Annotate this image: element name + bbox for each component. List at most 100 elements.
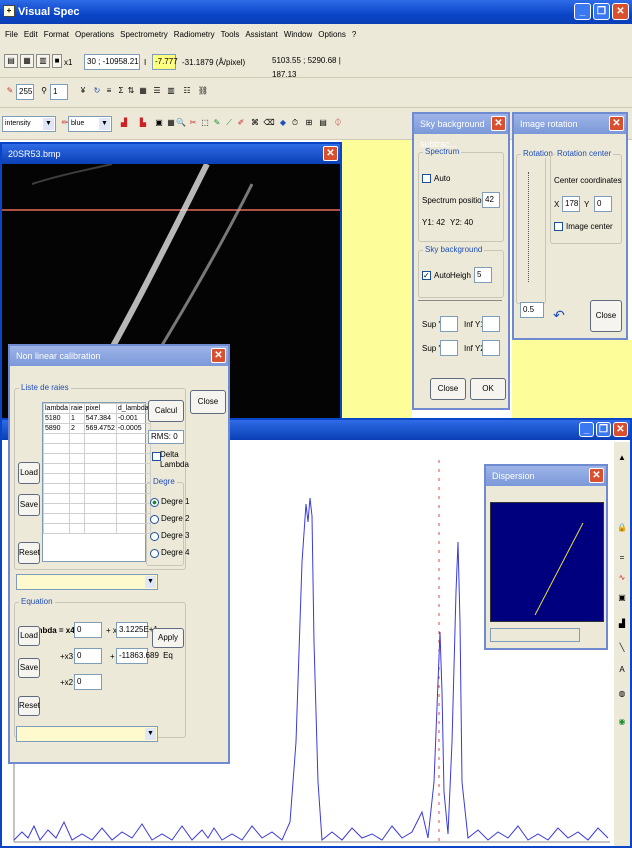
frame-icon[interactable]: ▣ <box>615 592 629 606</box>
value-1-field[interactable]: 1 <box>50 84 68 100</box>
arrow-up-icon[interactable]: ▲ <box>615 452 629 466</box>
auto-checkbox[interactable] <box>422 174 431 183</box>
close-icon[interactable]: ✕ <box>491 116 506 131</box>
close-icon[interactable]: ✕ <box>323 146 338 161</box>
minimize-icon[interactable]: _ <box>579 422 594 437</box>
step-select[interactable]: 0.5 <box>520 302 544 318</box>
curve-icon[interactable]: ∿ <box>615 572 629 586</box>
x3-coefficient[interactable]: 0 <box>74 648 102 664</box>
sky-ok-button[interactable]: OK <box>470 378 506 400</box>
lines-table[interactable]: lambda raie pixel d_lambda 5180 1 547.38… <box>42 402 151 562</box>
text-icon[interactable]: ⌘ <box>248 117 262 131</box>
timer-icon[interactable]: ⏱ <box>288 117 302 131</box>
disk-icon[interactable]: ■ <box>52 54 62 68</box>
close-icon[interactable]: ✕ <box>609 116 624 131</box>
save-icon[interactable]: ▦ <box>20 54 34 68</box>
degree-2-radio[interactable] <box>150 515 159 524</box>
chart-icon[interactable]: ▥ <box>164 85 178 99</box>
sup-y1-input[interactable] <box>440 316 458 332</box>
table-row[interactable] <box>43 493 151 504</box>
height-input[interactable]: 5 <box>474 267 492 283</box>
maximize-icon[interactable]: ❐ <box>596 422 611 437</box>
inf-y1-input[interactable] <box>482 316 500 332</box>
menu-operations[interactable]: Operations <box>72 30 117 39</box>
degree-3-radio[interactable] <box>150 532 159 541</box>
menu-spectrometry[interactable]: Spectrometry <box>117 30 171 39</box>
equation-combo[interactable]: ▼ <box>16 726 158 742</box>
filter-icon[interactable]: ¥ <box>76 85 90 99</box>
x4-coefficient[interactable]: 0 <box>74 622 102 638</box>
menu-file[interactable]: File <box>2 30 21 39</box>
degree-1-radio[interactable] <box>150 498 159 507</box>
marker-icon[interactable]: ✐ <box>234 117 248 131</box>
pen-icon[interactable]: ✎ <box>3 85 17 99</box>
constant-coefficient[interactable]: -11863.689 <box>116 648 159 664</box>
globe-icon[interactable]: ◍ <box>615 688 629 702</box>
menu-help[interactable]: ? <box>349 30 359 39</box>
align-icon[interactable]: ☰ <box>150 85 164 99</box>
rotate-icon[interactable]: ↶ <box>548 300 570 330</box>
menu-tools[interactable]: Tools <box>218 30 243 39</box>
levels-icon[interactable]: ▙ <box>136 117 150 131</box>
histogram-icon[interactable]: ▟ <box>117 117 131 131</box>
sky-close-button[interactable]: Close <box>430 378 466 400</box>
table-row[interactable] <box>43 473 151 484</box>
equation-reset-button[interactable]: Reset <box>18 696 40 716</box>
table-row[interactable] <box>43 433 151 444</box>
rotation-close-button[interactable]: Close <box>590 300 622 332</box>
table-row[interactable]: 5890 2 569.4752 -0.0005 <box>43 423 151 434</box>
table-icon[interactable]: ▦ <box>136 85 150 99</box>
image-center-checkbox[interactable] <box>554 222 563 231</box>
lock-icon[interactable]: 🔒 <box>615 522 629 536</box>
table-row[interactable]: 5180 1 547.384 -0.001 <box>43 413 151 424</box>
degree-4-radio[interactable] <box>150 549 159 558</box>
x2-coefficient[interactable]: 0 <box>74 674 102 690</box>
close-button[interactable]: ✕ <box>612 3 629 20</box>
load-button[interactable]: Load <box>18 462 40 484</box>
menu-radiometry[interactable]: Radiometry <box>171 30 218 39</box>
center-y-input[interactable]: 0 <box>594 196 612 212</box>
rainbow-icon[interactable]: ◉ <box>615 716 629 730</box>
pin-icon[interactable]: ⏀ <box>331 117 345 131</box>
center-x-input[interactable]: 178 <box>562 196 580 212</box>
menu-window[interactable]: Window <box>281 30 315 39</box>
spectrum-position-input[interactable]: 42 <box>482 192 500 208</box>
color-select[interactable]: blue ▼ <box>68 116 112 132</box>
menu-edit[interactable]: Edit <box>21 30 41 39</box>
rotation-slider[interactable] <box>528 172 532 282</box>
erase-icon[interactable]: ⌫ <box>262 117 276 131</box>
links-icon[interactable]: ⛓ <box>196 85 210 99</box>
save-button[interactable]: Save <box>18 494 40 516</box>
x-coefficient[interactable]: 3.1225E+1 <box>116 622 158 638</box>
diag-icon[interactable]: ╲ <box>615 642 629 656</box>
table-row[interactable] <box>43 453 151 464</box>
table-row[interactable] <box>43 513 151 524</box>
lines-combo[interactable]: ▼ <box>16 574 158 590</box>
calcul-button[interactable]: Calcul <box>148 400 184 422</box>
maximize-button[interactable]: ❐ <box>593 3 610 20</box>
apply-equation-button[interactable]: Apply Eq <box>152 628 184 660</box>
table-row[interactable] <box>43 463 151 474</box>
equation-save-button[interactable]: Save <box>18 658 40 678</box>
reset-button[interactable]: Reset <box>18 542 40 564</box>
measure-icon[interactable]: ⊞ <box>302 117 316 131</box>
close-icon[interactable]: ✕ <box>589 468 604 483</box>
menu-format[interactable]: Format <box>41 30 72 39</box>
table-row[interactable] <box>43 503 151 514</box>
sup-y2-input[interactable] <box>440 340 458 356</box>
menu-assistant[interactable]: Assistant <box>242 30 280 39</box>
equation-load-button[interactable]: Load <box>18 626 40 646</box>
close-icon[interactable]: ✕ <box>211 348 226 363</box>
bars-icon[interactable]: ▟ <box>615 618 629 632</box>
print-icon[interactable]: ▥ <box>36 54 50 68</box>
equals-icon[interactable]: = <box>615 552 629 566</box>
calibration-close-button[interactable]: Close <box>190 390 226 414</box>
minimize-button[interactable]: _ <box>574 3 591 20</box>
table-row[interactable] <box>43 523 151 534</box>
text-a-icon[interactable]: A <box>615 664 629 678</box>
menu-options[interactable]: Options <box>315 30 349 39</box>
close-icon[interactable]: ✕ <box>613 422 628 437</box>
auto2-checkbox[interactable]: ✓ <box>422 271 431 280</box>
stack-icon[interactable]: ▤ <box>316 117 330 131</box>
inf-y2-input[interactable] <box>482 340 500 356</box>
